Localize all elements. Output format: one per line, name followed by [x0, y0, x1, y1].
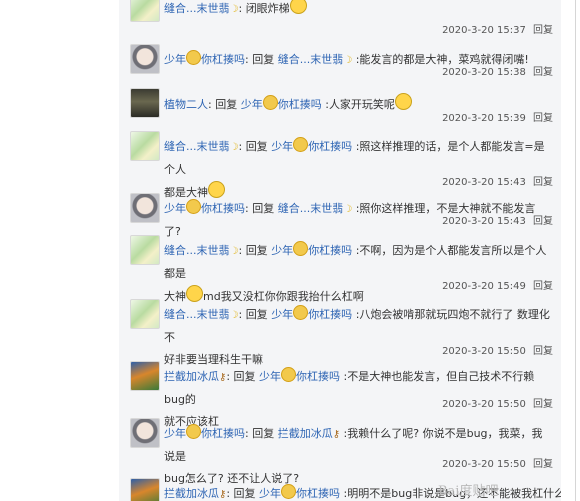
comment-body: 缝合...末世翡☽: 闭眼炸梯 — [164, 0, 552, 21]
reply-word: 回复 — [252, 53, 275, 66]
username-link[interactable]: 缝合...末世翡 — [164, 308, 230, 321]
user-avatar[interactable] — [130, 131, 160, 161]
user-avatar[interactable] — [130, 0, 160, 22]
smile-emoji-icon — [293, 137, 309, 152]
comment-time: 2020-3-20 15:37 — [442, 25, 526, 36]
reply-word: 回复 — [233, 370, 256, 383]
comment-meta: 2020-3-20 15:50 回复 — [442, 399, 553, 411]
comment-meta: 2020-3-20 15:37 回复 — [442, 25, 553, 37]
comment-time: 2020-3-20 15:49 — [442, 281, 526, 292]
comment-meta: 2020-3-20 15:38 回复 — [442, 67, 553, 79]
reply-target-link[interactable]: 缝合...末世翡 — [278, 53, 344, 66]
reply-target-link[interactable]: 少年 你杠揍吗 — [271, 137, 352, 153]
comment-text: :能发言的都是大神，菜鸡就得闭嘴! — [355, 53, 529, 66]
comment-time: 2020-3-20 15:43 — [442, 216, 526, 227]
watermark: Bai度贴吧 — [438, 484, 499, 499]
key-badge-icon: ⚷ — [332, 429, 341, 440]
comment-item: 少年 你杠揍吗: 回复 缝合...末世翡☽ :能发言的都是大神，菜鸡就得闭嘴! 2… — [119, 40, 561, 84]
reply-button[interactable]: 回复 — [533, 346, 553, 357]
user-avatar[interactable] — [130, 44, 160, 74]
reply-button[interactable]: 回复 — [533, 216, 553, 227]
reply-word: 回复 — [215, 98, 238, 111]
comment-meta: 2020-3-20 15:39 回复 — [442, 113, 553, 125]
comment-item: 缝合...末世翡☽: 回复 少年 你杠揍吗 :不啊，因为是个人都能发言所以是个人都… — [119, 231, 561, 303]
user-avatar[interactable] — [130, 478, 160, 501]
username-link[interactable]: 缝合...末世翡 — [164, 140, 230, 153]
comment-meta: 2020-3-20 15:50 回复 — [442, 459, 553, 471]
comment-item: 拦截加冰瓜⚷: 回复 少年 你杠揍吗 :不是大神也能发言，但自己技术不行赖bug的… — [119, 357, 561, 428]
username-link[interactable]: 少年 你杠揍吗 — [164, 50, 245, 66]
user-avatar[interactable] — [130, 88, 160, 118]
comment-meta: 2020-3-20 15:43 回复 — [442, 177, 553, 189]
smile-emoji-icon — [281, 367, 297, 382]
user-avatar[interactable] — [130, 235, 160, 265]
comment-thread: 缝合...末世翡☽: 闭眼炸梯 2020-3-20 15:37 回复 少年 你杠揍… — [119, 0, 561, 501]
reply-word: 回复 — [252, 202, 275, 215]
username-link[interactable]: 少年 你杠揍吗 — [164, 424, 245, 440]
username-link[interactable]: 拦截加冰瓜 — [164, 487, 219, 500]
comment-item: 植物二人: 回复 少年 你杠揍吗 :人家开玩笑呢 2020-3-20 15:39 … — [119, 84, 561, 128]
separator: : — [238, 2, 243, 15]
reply-word: 回复 — [245, 244, 268, 257]
reply-button[interactable]: 回复 — [533, 113, 553, 124]
reply-word: 回复 — [233, 487, 256, 500]
smile-emoji-icon — [293, 305, 309, 320]
reply-target-link[interactable]: 少年 你杠揍吗 — [241, 95, 322, 111]
comment-meta: 2020-3-20 15:49 回复 — [442, 281, 553, 293]
reply-target-link[interactable]: 缝合...末世翡 — [278, 202, 344, 215]
reply-button[interactable]: 回复 — [533, 25, 553, 36]
reply-button[interactable]: 回复 — [533, 281, 553, 292]
reply-word: 回复 — [245, 140, 268, 153]
smile-emoji-icon — [293, 241, 309, 256]
user-avatar[interactable] — [130, 361, 160, 391]
comment-text: :人家开玩笑呢 — [325, 98, 395, 111]
comment-time: 2020-3-20 15:50 — [442, 399, 526, 410]
smile-emoji-icon — [262, 95, 278, 110]
reply-target-link[interactable]: 少年 你杠揍吗 — [271, 241, 352, 257]
reply-target-link[interactable]: 少年 你杠揍吗 — [259, 484, 340, 500]
reply-target-link[interactable]: 拦截加冰瓜 — [278, 427, 333, 440]
moon-badge-icon: ☽ — [343, 204, 353, 215]
smile-emoji-icon — [186, 50, 201, 65]
comment-item: 缝合...末世翡☽: 回复 少年 你杠揍吗 :照这样推理的话，是个人都能发言=是个… — [119, 127, 561, 199]
moon-badge-icon: ☽ — [343, 55, 353, 66]
comment-time: 2020-3-20 15:38 — [442, 67, 526, 78]
reply-button[interactable]: 回复 — [533, 177, 553, 188]
username-link[interactable]: 植物二人 — [164, 98, 208, 111]
user-avatar[interactable] — [130, 299, 160, 329]
comment-item: 缝合...末世翡☽: 闭眼炸梯 2020-3-20 15:37 回复 — [119, 0, 561, 40]
comment-item: 缝合...末世翡☽: 回复 少年 你杠揍吗 :八炮会被啃那就玩四炮不就行了 数理化… — [119, 295, 561, 366]
reply-word: 回复 — [245, 308, 268, 321]
comment-time: 2020-3-20 15:39 — [442, 113, 526, 124]
comment-meta: 2020-3-20 15:43 回复 — [442, 216, 553, 228]
username-link[interactable]: 少年 你杠揍吗 — [164, 199, 245, 215]
smile-emoji-icon — [186, 199, 201, 214]
comment-time: 2020-3-20 15:50 — [442, 459, 526, 470]
reply-button[interactable]: 回复 — [533, 399, 553, 410]
smile-emoji-icon — [289, 0, 307, 14]
username-link[interactable]: 缝合...末世翡 — [164, 244, 230, 257]
reply-button[interactable]: 回复 — [533, 459, 553, 470]
username-link[interactable]: 拦截加冰瓜 — [164, 370, 219, 383]
username-link[interactable]: 缝合...末世翡 — [164, 2, 230, 15]
reply-button[interactable]: 回复 — [533, 67, 553, 78]
smile-emoji-icon — [281, 484, 297, 499]
user-avatar[interactable] — [130, 418, 160, 448]
comment-item: 少年 你杠揍吗: 回复 拦截加冰瓜⚷ :我赖什么了呢? 你说不是bug，我菜，我说… — [119, 414, 561, 485]
comment-time: 2020-3-20 15:50 — [442, 346, 526, 357]
reply-word: 回复 — [252, 427, 275, 440]
comment-time: 2020-3-20 15:43 — [442, 177, 526, 188]
grin-emoji-icon — [394, 93, 412, 110]
smile-emoji-icon — [186, 424, 201, 439]
comment-item: 少年 你杠揍吗: 回复 缝合...末世翡☽ :照你这样推理，不是大神就不能发言了?… — [119, 189, 561, 238]
reply-target-link[interactable]: 少年 你杠揍吗 — [271, 305, 352, 321]
user-avatar[interactable] — [130, 193, 160, 223]
page-border — [575, 0, 576, 501]
reply-target-link[interactable]: 少年 你杠揍吗 — [259, 367, 340, 383]
comment-text: 闭眼炸梯 — [245, 2, 290, 15]
